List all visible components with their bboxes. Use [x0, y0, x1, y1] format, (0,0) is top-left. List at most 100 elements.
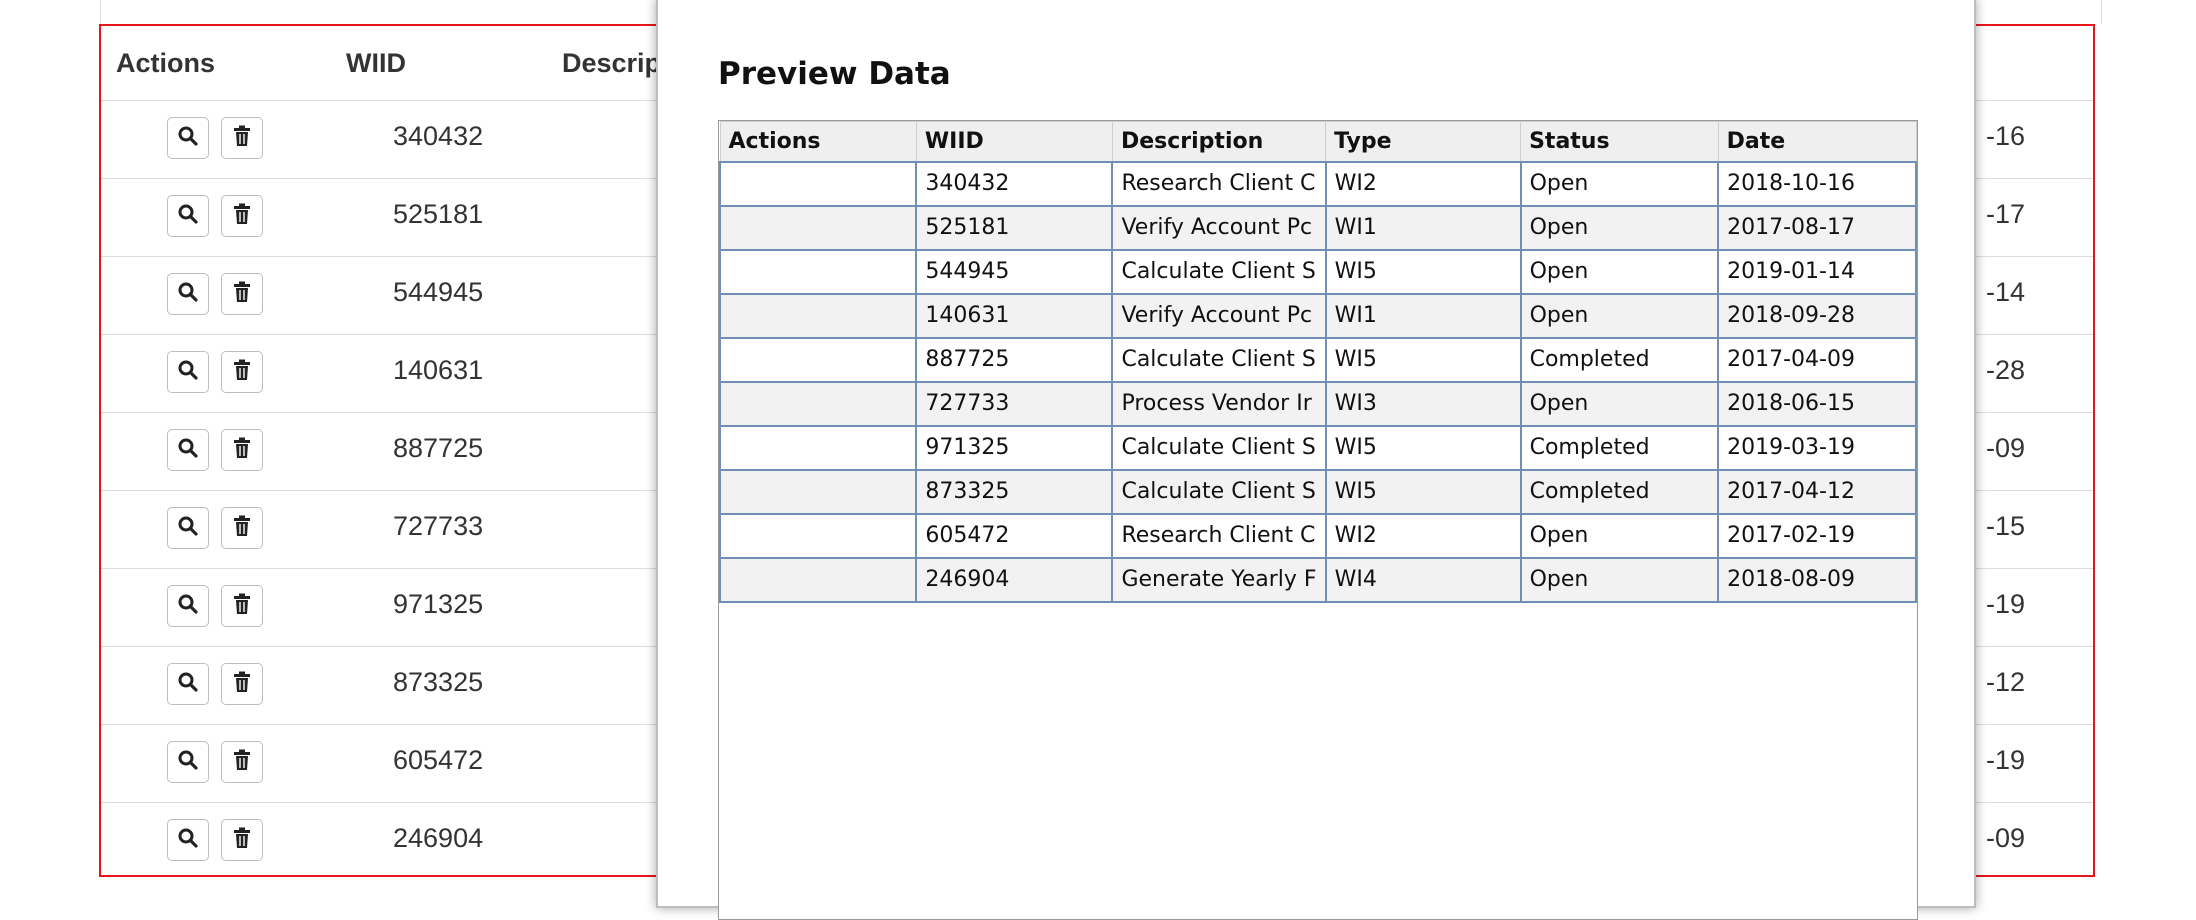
cell-status[interactable]: Open [1519, 512, 1720, 559]
preview-row[interactable]: 140631 Verify Account Pc WI1 Open 2018-09-28 [718, 292, 1917, 339]
cell-type[interactable]: WI5 [1324, 336, 1522, 383]
cell-date[interactable]: 2018-08-09 [1717, 556, 1917, 603]
cell-wiid[interactable]: 727733 [915, 380, 1114, 427]
cell-type[interactable]: WI5 [1324, 468, 1522, 515]
cell-date[interactable]: 2017-08-17 [1717, 204, 1917, 251]
view-button[interactable] [167, 507, 209, 549]
preview-row[interactable]: 340432 Research Client C WI2 Open 2018-10-16 [718, 160, 1917, 207]
cell-actions[interactable] [718, 204, 918, 251]
view-button[interactable] [167, 429, 209, 471]
cell-actions[interactable] [718, 512, 918, 559]
cell-type[interactable]: WI1 [1324, 204, 1522, 251]
delete-button[interactable] [221, 351, 263, 393]
cell-actions[interactable] [718, 468, 918, 515]
cell-description[interactable]: Calculate Client S [1111, 336, 1327, 383]
preview-row[interactable]: 971325 Calculate Client S WI5 Completed 2019… [718, 424, 1917, 471]
delete-button[interactable] [221, 507, 263, 549]
cell-type[interactable]: WI2 [1324, 512, 1522, 559]
preview-row[interactable]: 246904 Generate Yearly F WI4 Open 2018-08-09 [718, 556, 1917, 603]
view-button[interactable] [167, 351, 209, 393]
cell-actions[interactable] [718, 424, 918, 471]
preview-row[interactable]: 873325 Calculate Client S WI5 Completed 2017… [718, 468, 1917, 515]
cell-description[interactable]: Research Client C [1111, 512, 1327, 559]
cell-description[interactable]: Verify Account Pc [1111, 292, 1327, 339]
cell-type[interactable]: WI4 [1324, 556, 1522, 603]
preview-row[interactable]: 544945 Calculate Client S WI5 Open 2019-01-1… [718, 248, 1917, 295]
cell-date[interactable]: 2019-01-14 [1717, 248, 1917, 295]
cell-status[interactable]: Open [1519, 292, 1720, 339]
cell-actions[interactable] [718, 556, 918, 603]
delete-button[interactable] [221, 117, 263, 159]
cell-type[interactable]: WI5 [1324, 248, 1522, 295]
cell-type[interactable]: WI1 [1324, 292, 1522, 339]
delete-button[interactable] [221, 273, 263, 315]
cell-status[interactable]: Open [1519, 248, 1720, 295]
cell-wiid[interactable]: 140631 [915, 292, 1114, 339]
cell-actions[interactable] [718, 336, 918, 383]
cell-description[interactable]: Generate Yearly F [1111, 556, 1327, 603]
cell-wiid[interactable]: 605472 [915, 512, 1114, 559]
view-button[interactable] [167, 663, 209, 705]
delete-button[interactable] [221, 195, 263, 237]
cell-status[interactable]: Completed [1519, 468, 1720, 515]
cell-actions[interactable] [718, 248, 918, 295]
cell-description[interactable]: Process Vendor Ir [1111, 380, 1327, 427]
view-button[interactable] [167, 195, 209, 237]
cell-date[interactable]: 2017-04-09 [1717, 336, 1917, 383]
cell-date[interactable]: 2018-10-16 [1717, 160, 1917, 207]
cell-date[interactable]: 2018-06-15 [1717, 380, 1917, 427]
cell-status[interactable]: Open [1519, 204, 1720, 251]
cell-date[interactable]: 2017-04-12 [1717, 468, 1917, 515]
cell-wiid[interactable]: 246904 [915, 556, 1114, 603]
delete-button[interactable] [221, 585, 263, 627]
cell-wiid[interactable]: 340432 [915, 160, 1114, 207]
preview-row[interactable]: 727733 Process Vendor Ir WI3 Open 2018-06-15 [718, 380, 1917, 427]
view-button[interactable] [167, 741, 209, 783]
cell-description[interactable]: Research Client C [1111, 160, 1327, 207]
cell-date[interactable]: 2018-09-28 [1717, 292, 1917, 339]
bg-wiid-cell: 971325 [393, 589, 484, 619]
cell-actions[interactable] [718, 292, 918, 339]
col-header-type[interactable]: Type [1325, 121, 1522, 162]
view-button[interactable] [167, 819, 209, 861]
cell-description[interactable]: Calculate Client S [1111, 248, 1327, 295]
delete-button[interactable] [221, 741, 263, 783]
cell-type[interactable]: WI5 [1324, 424, 1522, 471]
cell-status[interactable]: Open [1519, 380, 1720, 427]
bg-wiid-cell: 873325 [393, 667, 484, 697]
cell-wiid[interactable]: 873325 [915, 468, 1114, 515]
cell-actions[interactable] [718, 160, 918, 207]
col-header-date[interactable]: Date [1717, 121, 1917, 162]
delete-button[interactable] [221, 429, 263, 471]
modal-title: Preview Data [718, 56, 951, 92]
view-button[interactable] [167, 585, 209, 627]
cell-wiid[interactable]: 544945 [915, 248, 1114, 295]
delete-button[interactable] [221, 663, 263, 705]
cell-wiid[interactable]: 971325 [915, 424, 1114, 471]
cell-date[interactable]: 2019-03-19 [1717, 424, 1917, 471]
cell-description[interactable]: Calculate Client S [1111, 424, 1327, 471]
cell-description[interactable]: Verify Account Pc [1111, 204, 1327, 251]
bg-wiid-cell: 340432 [393, 121, 484, 151]
cell-wiid[interactable]: 525181 [915, 204, 1114, 251]
cell-date[interactable]: 2017-02-19 [1717, 512, 1917, 559]
cell-wiid[interactable]: 887725 [915, 336, 1114, 383]
cell-status[interactable]: Completed [1519, 336, 1720, 383]
preview-row[interactable]: 605472 Research Client C WI2 Open 2017-02-19 [718, 512, 1917, 559]
delete-button[interactable] [221, 819, 263, 861]
col-header-wiid[interactable]: WIID [915, 121, 1113, 162]
cell-type[interactable]: WI2 [1324, 160, 1522, 207]
preview-row[interactable]: 887725 Calculate Client S WI5 Completed 2017… [718, 336, 1917, 383]
cell-status[interactable]: Open [1519, 160, 1720, 207]
cell-status[interactable]: Completed [1519, 424, 1720, 471]
cell-type[interactable]: WI3 [1324, 380, 1522, 427]
col-header-actions[interactable]: Actions [719, 121, 917, 162]
cell-description[interactable]: Calculate Client S [1111, 468, 1327, 515]
view-button[interactable] [167, 273, 209, 315]
preview-row[interactable]: 525181 Verify Account Pc WI1 Open 2017-08-17 [718, 204, 1917, 251]
view-button[interactable] [167, 117, 209, 159]
cell-status[interactable]: Open [1519, 556, 1720, 603]
cell-actions[interactable] [718, 380, 918, 427]
col-header-description[interactable]: Description [1111, 121, 1327, 162]
col-header-status[interactable]: Status [1520, 121, 1719, 162]
